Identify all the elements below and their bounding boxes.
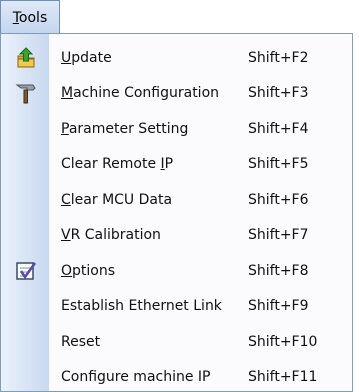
- menu-item-shortcut: Shift+F10: [248, 333, 318, 350]
- menu-item-shortcut: Shift+F9: [248, 298, 309, 315]
- label-suffix: ptions: [72, 262, 116, 279]
- tools-title-rest: ools: [18, 9, 48, 26]
- menu-item-clear-remote-ip[interactable]: Clear Remote IP Shift+F5: [1, 147, 352, 183]
- menu-item-parameter-setting[interactable]: Parameter Setting Shift+F4: [1, 111, 352, 147]
- menu-item-label: Clear MCU Data: [61, 192, 172, 208]
- menu-item-shortcut: Shift+F4: [248, 120, 309, 137]
- label-suffix: achine Configuration: [73, 85, 220, 102]
- menu-item-shortcut: Shift+F8: [248, 262, 309, 279]
- tools-menu-tab[interactable]: Tools: [0, 0, 60, 34]
- label-mnemonic: P: [61, 120, 69, 137]
- menu-item-label: VR Calibration: [61, 227, 161, 243]
- hammer-icon: [15, 82, 37, 104]
- menu-item-shortcut: Shift+F3: [248, 85, 309, 102]
- label-prefix: Establish Ethernet Link: [61, 298, 222, 315]
- menu-item-label: Options: [61, 263, 115, 279]
- label-prefix: Clear Remote: [61, 156, 161, 173]
- menu-item-label: Establish Ethernet Link: [61, 298, 222, 314]
- label-mnemonic: U: [61, 49, 72, 66]
- menu-item-label: Machine Configuration: [61, 85, 219, 101]
- label-prefix: Configure machine IP: [61, 369, 211, 386]
- menu-item-vr-calibration[interactable]: VR Calibration Shift+F7: [1, 218, 352, 254]
- label-suffix: lear MCU Data: [70, 191, 173, 208]
- menu-item-shortcut: Shift+F7: [248, 227, 309, 244]
- menu-item-label: Parameter Setting: [61, 121, 188, 137]
- menu-item-shortcut: Shift+F11: [248, 369, 318, 386]
- menu-item-shortcut: Shift+F6: [248, 191, 309, 208]
- menu-item-shortcut: Shift+F2: [248, 49, 309, 66]
- options-checklist-icon: [15, 260, 37, 282]
- menu-item-label: Reset: [61, 334, 100, 350]
- menu-item-configure-machine-ip[interactable]: Configure machine IP Shift+F11: [1, 360, 352, 392]
- tools-dropdown-menu: Update Shift+F2 Machine Configuration Sh…: [0, 33, 353, 392]
- menu-item-establish-ethernet-link[interactable]: Establish Ethernet Link Shift+F9: [1, 289, 352, 325]
- tools-menu-label: Tools: [13, 10, 48, 26]
- menu-item-label: Update: [61, 50, 112, 66]
- menu-item-label: Clear Remote IP: [61, 156, 173, 172]
- label-suffix: P: [164, 156, 174, 173]
- menu-item-options[interactable]: Options Shift+F8: [1, 253, 352, 289]
- label-mnemonic: O: [61, 262, 73, 279]
- tools-menu-screen: Tools Update Shift+F2 Machine Configurat…: [0, 0, 359, 392]
- menu-item-machine-configuration[interactable]: Machine Configuration Shift+F3: [1, 76, 352, 112]
- label-mnemonic: C: [61, 191, 71, 208]
- label-suffix: arameter Setting: [68, 120, 189, 137]
- menu-item-list: Update Shift+F2 Machine Configuration Sh…: [1, 40, 352, 392]
- menu-item-shortcut: Shift+F5: [248, 156, 309, 173]
- menu-item-reset[interactable]: Reset Shift+F10: [1, 324, 352, 360]
- menu-item-label: Configure machine IP: [61, 369, 211, 385]
- label-suffix: pdate: [71, 49, 112, 66]
- label-suffix: R Calibration: [70, 227, 161, 244]
- label-mnemonic: V: [61, 227, 71, 244]
- upload-folder-icon: [15, 47, 37, 69]
- label-prefix: Reset: [61, 333, 101, 350]
- menu-item-clear-mcu-data[interactable]: Clear MCU Data Shift+F6: [1, 182, 352, 218]
- label-mnemonic: M: [61, 85, 74, 102]
- menu-item-update[interactable]: Update Shift+F2: [1, 40, 352, 76]
